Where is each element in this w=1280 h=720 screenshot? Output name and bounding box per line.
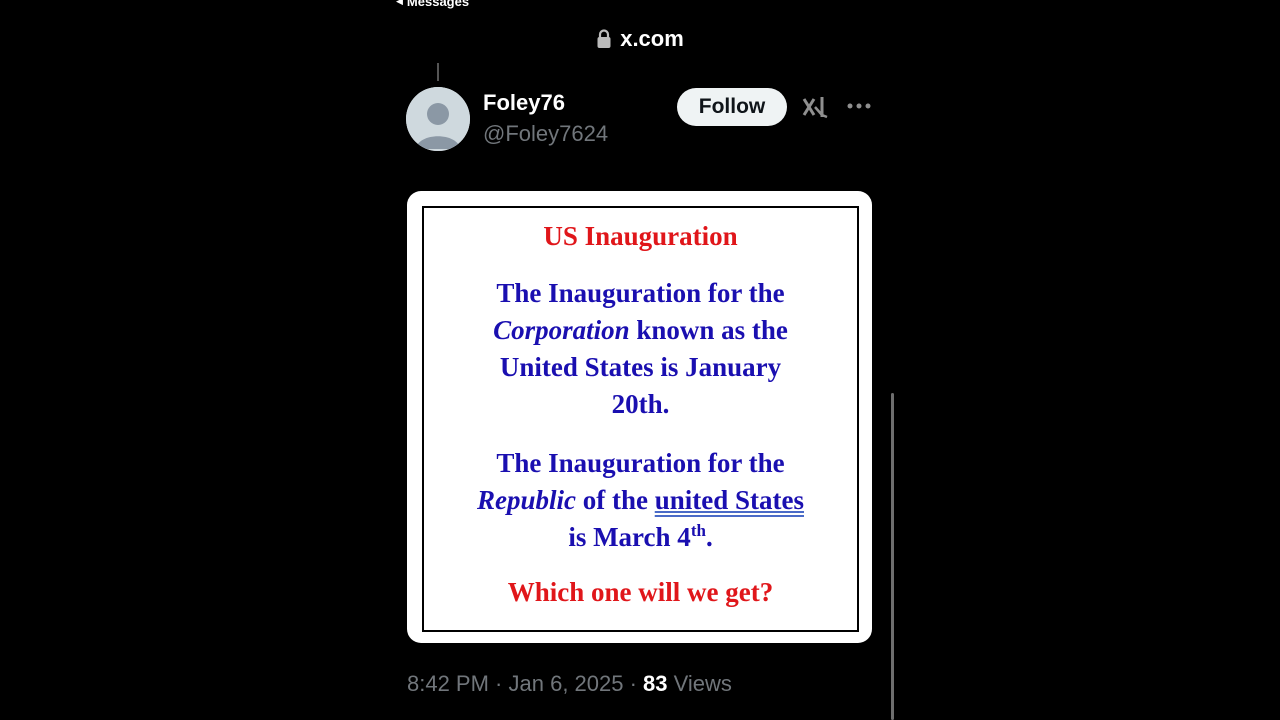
para1-line1: The Inauguration for the [496,278,785,308]
page: ◀ Messages x.com Foley76 @Foley7624 Foll… [0,0,1280,720]
image-content-frame: US Inauguration The Inauguration for the… [422,206,859,632]
follow-button[interactable]: Follow [677,88,787,126]
para2-line3-end: . [705,522,713,552]
para2-superscript: th [690,521,706,540]
lock-icon [596,29,612,49]
post-metadata: 8:42 PM · Jan 6, 2025 · 83 Views [407,671,732,697]
back-to-messages-link[interactable]: ◀ Messages [396,0,469,9]
post-image[interactable]: US Inauguration The Inauguration for the… [407,191,872,643]
default-avatar-icon [406,87,470,151]
para2-mid: of the [576,485,655,515]
address-bar[interactable]: x.com [0,24,1280,54]
para2-line3-start: is March 4 [568,522,691,552]
image-paragraph-corporation: The Inauguration for the Corporation kno… [424,275,857,423]
views-count[interactable]: 83 [643,671,667,696]
views-label[interactable]: Views [668,671,732,696]
back-arrow-icon: ◀ [396,0,403,6]
para2-underlined-united-states: united States [654,485,804,515]
back-label: Messages [406,0,470,9]
para1-line4: 20th. [611,389,670,419]
para1-line3: United States is January [499,352,782,382]
para1-line2: known as the [629,315,788,345]
author-display-name[interactable]: Foley76 [483,90,565,116]
grok-icon[interactable] [801,93,829,121]
image-paragraph-republic: The Inauguration for the Republic of the… [424,445,857,556]
url-text: x.com [620,26,684,51]
author-handle[interactable]: @Foley7624 [483,121,608,147]
thread-connector-line [437,63,439,81]
meta-separator: · [623,671,644,696]
para2-line1: The Inauguration for the [496,448,785,478]
para1-italic-corporation: Corporation [493,315,630,345]
scrollbar[interactable] [891,393,894,720]
image-title: US Inauguration [543,221,738,251]
image-question: Which one will we get? [507,577,774,607]
post-date[interactable]: Jan 6, 2025 [509,671,624,696]
para2-italic-republic: Republic [477,485,576,515]
meta-separator: · [488,671,509,696]
more-options-icon[interactable] [846,96,872,116]
post-time[interactable]: 8:42 PM [407,671,489,696]
avatar[interactable] [406,87,470,151]
